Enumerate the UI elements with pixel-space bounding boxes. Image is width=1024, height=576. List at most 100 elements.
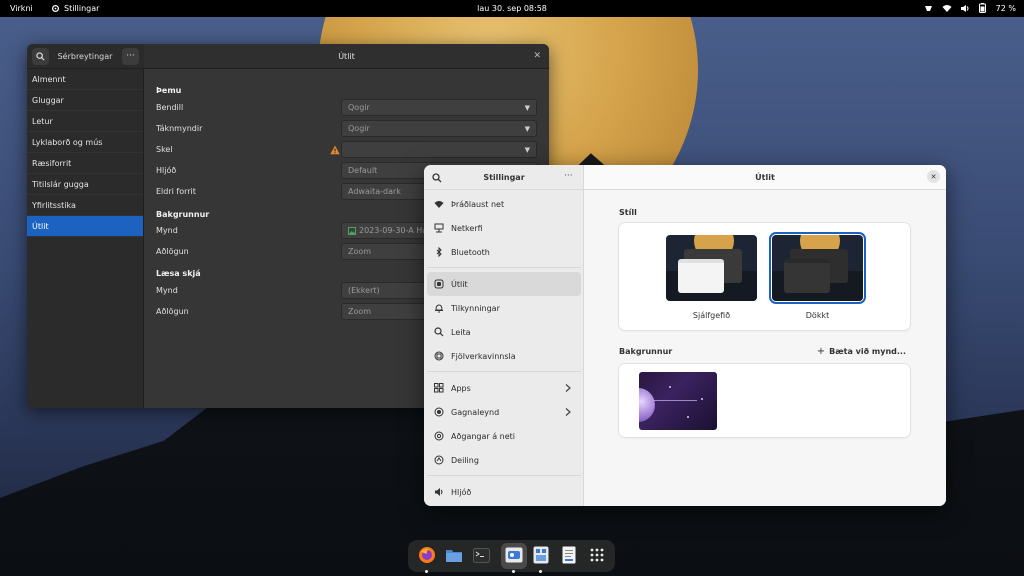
sidebar-item-search[interactable]: Leita [427, 320, 581, 344]
legacy-apps-value: Adwaita-dark [348, 187, 401, 196]
tweaks-nav-titlebars[interactable]: Titilslár gugga [27, 174, 143, 195]
tweaks-nav-windows[interactable]: Gluggar [27, 90, 143, 111]
files-icon [446, 550, 462, 562]
sidebar-item-online-accounts[interactable]: Aðgangar á neti [427, 424, 581, 448]
battery-percentage: 72 % [995, 3, 1016, 13]
bg-image-label: Mynd [156, 226, 178, 235]
tweaks-title: Sérbreytingar [57, 52, 113, 61]
sidebar-item-label: Þráðlaust net [451, 199, 505, 209]
plus-icon: + [816, 346, 826, 357]
cursor-label: Bendill [156, 103, 184, 112]
more-icon: ··· [126, 51, 135, 61]
tweaks-nav-startup[interactable]: Ræsiforrit [27, 153, 143, 174]
sidebar-item-multitasking[interactable]: Fjölverkavinnsla [427, 344, 581, 368]
icons-label: Táknmyndir [156, 124, 203, 133]
tweaks-search-button[interactable] [32, 48, 49, 65]
sidebar-item-bluetooth[interactable]: Bluetooth [427, 240, 581, 264]
cursor-value: Qogir [348, 103, 370, 112]
wifi-icon [434, 201, 444, 208]
sound-value: Default [348, 166, 378, 175]
style-option-dark[interactable] [769, 232, 866, 304]
dock-terminal[interactable] [471, 545, 491, 565]
night-light-icon [924, 3, 934, 13]
dock-app-grid[interactable] [587, 545, 607, 565]
lockscreen-heading: Læsa skjá [156, 269, 201, 278]
sidebar-item-notifications[interactable]: Tilkynningar [427, 296, 581, 320]
wifi-icon [942, 3, 952, 13]
dock-settings[interactable] [504, 545, 524, 573]
settings-sidebar: Stillingar ··· Þráðlaust net Netkerfi Bl… [424, 165, 584, 506]
tweaks-nav-general[interactable]: Almennt [27, 69, 143, 90]
tweaks-menu-button[interactable]: ··· [122, 48, 139, 65]
dock-text-editor[interactable] [559, 545, 579, 565]
dock-firefox[interactable] [417, 545, 437, 573]
sidebar-item-apps[interactable]: Apps [427, 376, 581, 400]
sharing-icon [434, 455, 444, 465]
privacy-icon [434, 407, 444, 417]
dock-files[interactable] [444, 545, 464, 565]
background-card [619, 364, 910, 437]
sidebar-item-appearance[interactable]: Útlit [427, 272, 581, 296]
add-picture-button[interactable]: + Bæta við mynd... [817, 346, 906, 357]
terminal-icon [472, 547, 490, 563]
sidebar-item-label: Apps [451, 383, 471, 393]
dock-software[interactable] [531, 545, 551, 573]
sidebar-item-label: Netkerfi [451, 223, 483, 233]
clock[interactable]: lau 30. sep 08:58 [0, 4, 1024, 13]
shell-label: Skel [156, 145, 173, 154]
settings-title: Stillingar [483, 173, 525, 182]
icons-value: Qogir [348, 124, 370, 133]
themes-heading: Þemu [156, 86, 182, 95]
warning-icon [330, 145, 340, 155]
sound-label: Hljóð [156, 166, 177, 175]
settings-sidebar-header: Stillingar ··· [424, 165, 584, 190]
sidebar-item-privacy[interactable]: Gagnaleynd [427, 400, 581, 424]
bg-image-value: 2023-09-30-A Har [359, 226, 431, 235]
lock-image-value: (Ekkert) [348, 286, 380, 295]
running-indicator [512, 570, 515, 573]
search-icon [36, 52, 45, 61]
thumb-star [687, 416, 689, 418]
sidebar-item-wifi[interactable]: Þráðlaust net [427, 192, 581, 216]
thumb-star [701, 398, 703, 400]
network-icon [434, 223, 444, 233]
bell-icon [435, 304, 443, 313]
software-icon [533, 546, 549, 564]
sidebar-item-sharing[interactable]: Deiling [427, 448, 581, 472]
running-indicator [539, 570, 542, 573]
sidebar-item-label: Aðgangar á neti [451, 431, 516, 441]
settings-header: Útlit ✕ [584, 165, 946, 190]
settings-menu-button[interactable]: ··· [564, 171, 573, 181]
tweaks-close-button[interactable]: ✕ [533, 51, 541, 61]
style-option-default[interactable] [666, 235, 757, 301]
settings-close-button[interactable]: ✕ [927, 170, 940, 183]
tweaks-nav-appearance[interactable]: Útlit [27, 216, 143, 237]
online-accounts-icon [434, 431, 444, 441]
tweaks-nav-keyboard-mouse[interactable]: Lyklaborð og mús [27, 132, 143, 153]
tweaks-nav-top-bar[interactable]: Yfirlitsstika [27, 195, 143, 216]
volume-icon [960, 3, 970, 13]
cursor-dropdown[interactable]: Qogir ▼ [341, 99, 537, 116]
search-icon[interactable] [432, 173, 442, 183]
thumb-window-front [784, 259, 830, 293]
tweaks-sidebar-header: Sérbreytingar ··· [27, 44, 144, 69]
thumb-window-front [678, 259, 724, 293]
sidebar-item-network[interactable]: Netkerfi [427, 216, 581, 240]
dropdown-arrow-icon: ▼ [524, 125, 530, 133]
multitasking-icon [434, 351, 444, 361]
settings-window: Stillingar ··· Þráðlaust net Netkerfi Bl… [424, 165, 946, 506]
sidebar-item-sound[interactable]: Hljóð [427, 480, 581, 504]
icons-dropdown[interactable]: Qogir ▼ [341, 120, 537, 137]
settings-icon [505, 547, 523, 563]
system-menu[interactable]: 72 % [924, 3, 1016, 13]
chevron-right-icon [565, 384, 571, 392]
background-thumbnail[interactable] [639, 372, 717, 430]
shell-dropdown[interactable]: ▼ [341, 141, 537, 158]
appearance-page: Stíll Sjálfgefið Dökkt Bakgrunnur + Bæta… [584, 190, 946, 506]
style-heading: Stíll [619, 208, 637, 217]
top-bar: Virkni Stillingar lau 30. sep 08:58 72 % [0, 0, 1024, 17]
battery-icon [978, 3, 988, 13]
search-icon [434, 327, 444, 337]
tweaks-nav-fonts[interactable]: Letur [27, 111, 143, 132]
settings-nav: Þráðlaust net Netkerfi Bluetooth Útlit T… [427, 192, 581, 504]
